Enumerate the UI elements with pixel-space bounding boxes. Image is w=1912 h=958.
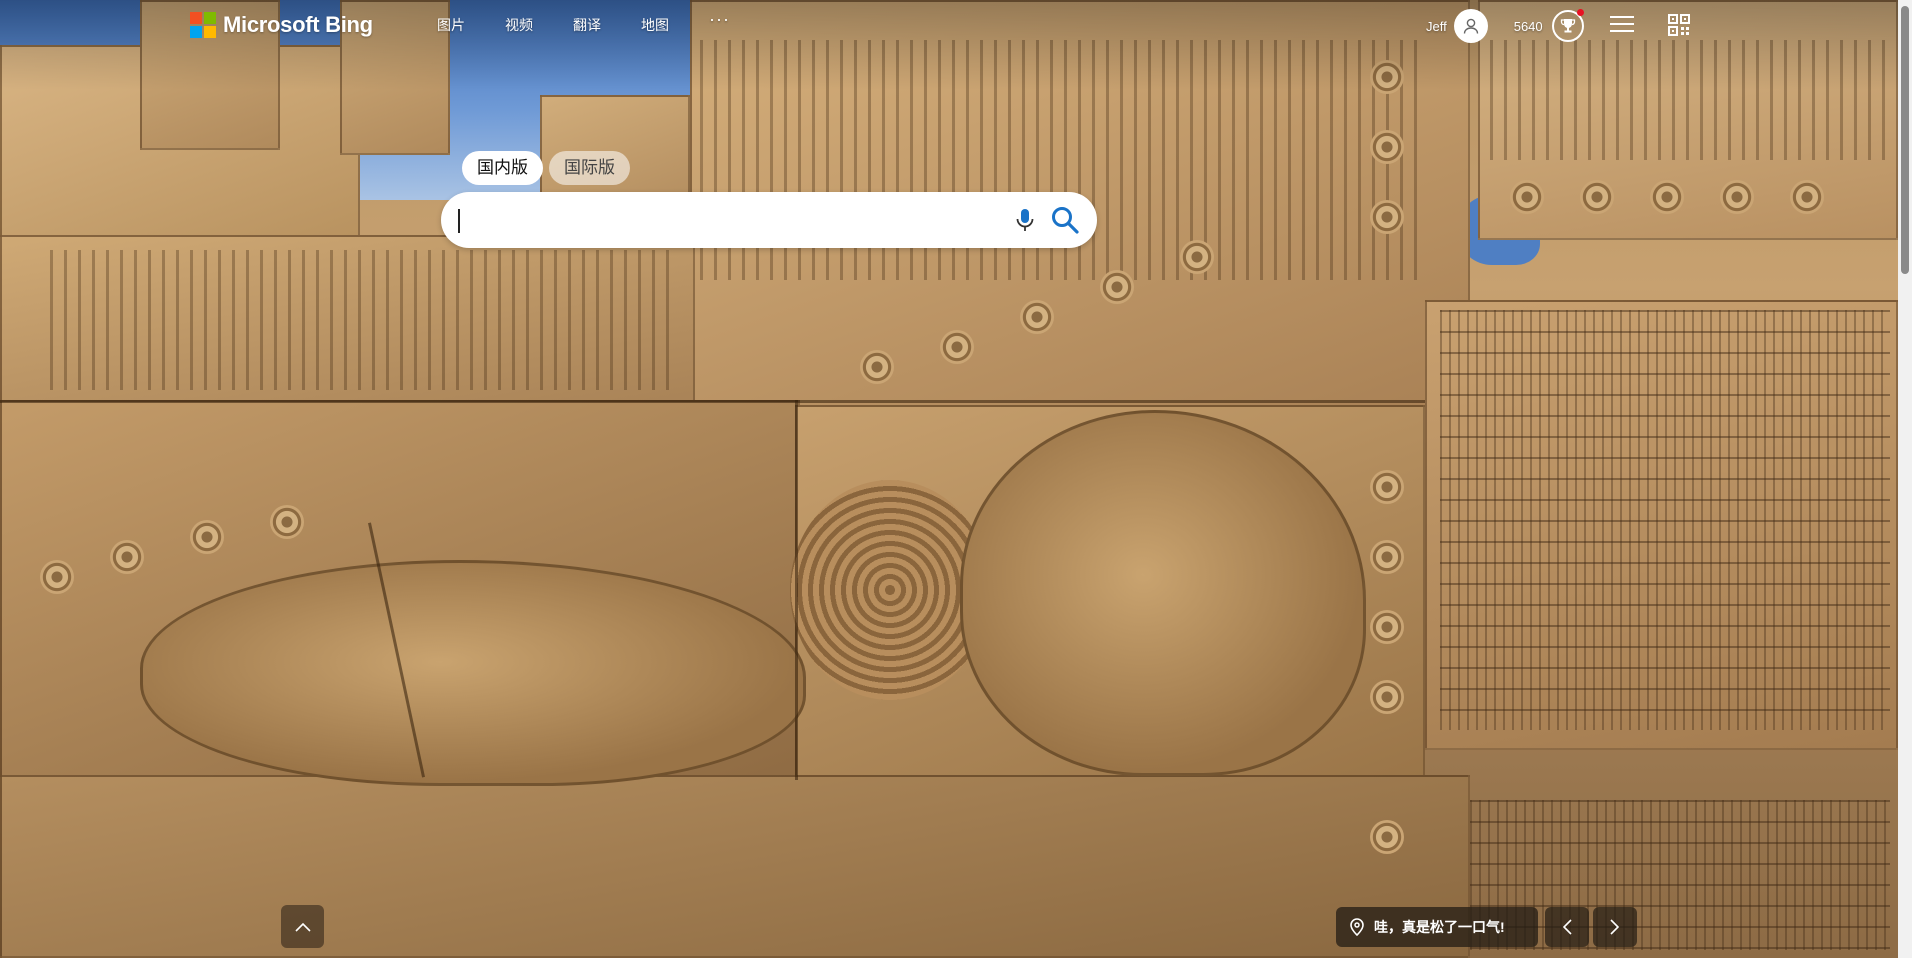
previous-image-button[interactable] (1545, 907, 1589, 947)
rosette (110, 540, 144, 574)
rosette (1370, 820, 1404, 854)
location-pin-icon (1350, 918, 1364, 936)
rosette (1720, 180, 1754, 214)
top-nav: 图片 视频 翻译 地图 ··· (437, 9, 777, 35)
rosette (1370, 200, 1404, 234)
chevron-right-icon (1610, 919, 1620, 935)
user-name[interactable]: Jeff (1426, 19, 1447, 34)
chevron-up-icon (294, 922, 311, 932)
rosette (1370, 470, 1404, 504)
rosette (1580, 180, 1614, 214)
background-image (0, 0, 1898, 958)
rosette (940, 330, 974, 364)
search-input[interactable] (457, 202, 1001, 240)
page-scrollbar[interactable] (1898, 0, 1912, 958)
tab-domestic[interactable]: 国内版 (462, 151, 543, 185)
rewards-button[interactable] (1551, 9, 1584, 42)
rosette (270, 505, 304, 539)
stone-seam (0, 400, 1425, 403)
microphone-icon[interactable] (1011, 206, 1039, 234)
image-caption-button[interactable]: 哇，真是松了一口气! (1336, 907, 1538, 947)
account-area: Jeff 5640 (1426, 9, 1584, 43)
text-caret (458, 209, 460, 233)
region-tabs: 国内版 国际版 (462, 151, 630, 185)
rosette (1370, 610, 1404, 644)
search-box (441, 192, 1097, 248)
rosette (1510, 180, 1544, 214)
rosette (1370, 540, 1404, 574)
rosette (190, 520, 224, 554)
rosette (1650, 180, 1684, 214)
rosette (1180, 240, 1214, 274)
bing-logo[interactable]: Microsoft Bing (190, 12, 373, 38)
rewards-points[interactable]: 5640 (1514, 19, 1543, 34)
nav-more-button[interactable]: ··· (709, 9, 777, 35)
stone-block (0, 775, 1470, 958)
tab-international[interactable]: 国际版 (549, 151, 630, 185)
rosette (860, 350, 894, 384)
relief-figures (50, 250, 670, 390)
scroll-up-button[interactable] (281, 905, 324, 948)
hamburger-menu-icon[interactable] (1610, 16, 1634, 34)
nav-maps[interactable]: 地图 (641, 15, 709, 35)
rosette (1790, 180, 1824, 214)
chevron-left-icon (1562, 919, 1572, 935)
rosette (1370, 130, 1404, 164)
next-image-button[interactable] (1593, 907, 1637, 947)
microsoft-logo-icon (190, 12, 216, 38)
rosette (1100, 270, 1134, 304)
nav-images[interactable]: 图片 (437, 15, 505, 35)
avatar[interactable] (1453, 9, 1488, 43)
notification-dot (1576, 9, 1584, 16)
rosette (1020, 300, 1054, 334)
image-caption: 哇，真是松了一口气! (1374, 919, 1505, 935)
rosette (40, 560, 74, 594)
trophy-icon (1560, 19, 1575, 33)
cuneiform-text (1440, 310, 1890, 730)
rosette (1370, 680, 1404, 714)
nav-videos[interactable]: 视频 (505, 15, 573, 35)
user-icon (1463, 18, 1478, 34)
search-icon[interactable] (1050, 205, 1080, 235)
scrollbar-thumb[interactable] (1901, 6, 1909, 274)
stone-seam (795, 400, 798, 780)
brand-name: Microsoft Bing (223, 12, 373, 37)
qr-code-icon[interactable] (1668, 14, 1690, 36)
nav-translate[interactable]: 翻译 (573, 15, 641, 35)
